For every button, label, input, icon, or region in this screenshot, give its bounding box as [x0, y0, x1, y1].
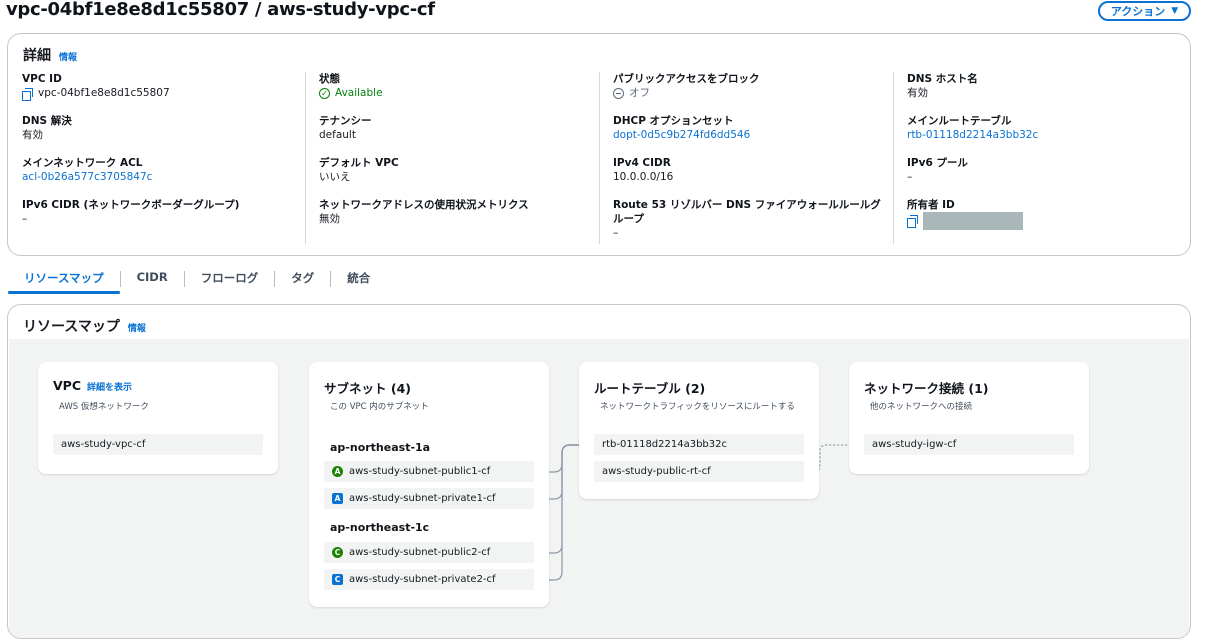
- vpc-id-value: vpc-04bf1e8e8d1c55807: [38, 87, 170, 99]
- ipv6-pool-value: –: [907, 171, 913, 183]
- subnets-card-subtitle: この VPC 内のサブネット: [330, 402, 429, 412]
- details-column-4: DNS ホスト名 有効 メインルートテーブル rtb-01118d2214a3b…: [893, 72, 1183, 244]
- tab-integrations[interactable]: 統合: [331, 266, 386, 294]
- public-subnet-icon: C: [332, 547, 343, 558]
- subnet-item[interactable]: C aws-study-subnet-private2-cf: [324, 569, 534, 590]
- state-label: 状態: [319, 73, 340, 85]
- details-info-link[interactable]: 情報: [59, 50, 77, 63]
- minus-circle-icon: [613, 88, 624, 99]
- address-metrics-value: 無効: [319, 213, 340, 225]
- public-subnet-icon: A: [332, 466, 343, 477]
- details-heading: 詳細: [23, 48, 51, 64]
- ipv4-cidr-value: 10.0.0.0/16: [613, 171, 674, 183]
- subnet-item[interactable]: A aws-study-subnet-private1-cf: [324, 488, 534, 509]
- ipv6-cidr-value: –: [22, 213, 28, 225]
- copy-icon[interactable]: [22, 87, 33, 101]
- subnet-name: aws-study-subnet-public2-cf: [349, 547, 491, 558]
- owner-id-redacted: [923, 212, 1023, 230]
- dns-resolution-label: DNS 解決: [22, 115, 72, 127]
- subnets-card-title: サブネット (4): [324, 381, 411, 396]
- resource-map-heading: リソースマップ: [23, 319, 120, 335]
- owner-id-label: 所有者 ID: [907, 199, 955, 211]
- private-subnet-icon: A: [332, 493, 343, 504]
- block-public-access-label: パブリックアクセスをブロック: [613, 73, 760, 85]
- copy-icon[interactable]: [907, 215, 918, 228]
- details-column-1: VPC ID vpc-04bf1e8e8d1c55807 DNS 解決 有効 メ…: [22, 72, 305, 244]
- zone-label: ap-northeast-1a: [330, 441, 431, 454]
- route53-firewall-value: –: [613, 227, 619, 239]
- resource-map-canvas: VPC 詳細を表示 AWS 仮想ネットワーク aws-study-vpc-cf …: [9, 339, 1189, 638]
- address-metrics-label: ネットワークアドレスの使用状況メトリクス: [319, 199, 529, 211]
- vpc-card-title: VPC: [53, 378, 82, 393]
- ipv6-cidr-label: IPv6 CIDR (ネットワークボーダーグループ): [22, 199, 240, 211]
- zone-label: ap-northeast-1c: [330, 521, 430, 534]
- internet-gateway-item[interactable]: aws-study-igw-cf: [864, 434, 1074, 455]
- route-table-item[interactable]: rtb-01118d2214a3bb32c: [594, 434, 804, 455]
- route-tables-card-subtitle: ネットワークトラフィックをリソースにルートする: [600, 402, 795, 412]
- private-subnet-icon: C: [332, 574, 343, 585]
- dns-resolution-value: 有効: [22, 129, 43, 141]
- vpc-card-subtitle: AWS 仮想ネットワーク: [59, 402, 149, 412]
- main-network-acl-link[interactable]: acl-0b26a577c3705847c: [22, 170, 305, 185]
- resource-map-panel: リソースマップ 情報 VPC 詳細を表示 AWS 仮想ネットワーク aws-st…: [7, 304, 1191, 639]
- subnet-item[interactable]: C aws-study-subnet-public2-cf: [324, 542, 534, 563]
- network-connections-card: ネットワーク接続 (1) 他のネットワークへの接続 aws-study-igw-…: [849, 362, 1089, 474]
- main-route-table-link[interactable]: rtb-01118d2214a3bb32c: [907, 128, 1183, 143]
- subnet-item[interactable]: A aws-study-subnet-public1-cf: [324, 461, 534, 482]
- subnet-name: aws-study-subnet-private1-cf: [349, 493, 496, 504]
- main-route-table-label: メインルートテーブル: [907, 115, 1012, 127]
- vpc-card: VPC 詳細を表示 AWS 仮想ネットワーク aws-study-vpc-cf: [38, 362, 278, 474]
- default-vpc-label: デフォルト VPC: [319, 157, 399, 169]
- resource-map-info-link[interactable]: 情報: [128, 321, 146, 334]
- state-value: Available: [335, 87, 383, 99]
- details-column-2: 状態 ✓ Available テナンシー default デフォルト VPC い…: [305, 72, 599, 244]
- ipv6-pool-label: IPv6 プール: [907, 157, 968, 169]
- tab-bar: リソースマップ CIDR フローログ タグ 統合: [8, 266, 386, 294]
- details-panel: 詳細 情報 VPC ID vpc-04bf1e8e8d1c55807 DNS 解…: [7, 33, 1191, 256]
- vpc-id-label: VPC ID: [22, 73, 62, 85]
- network-connections-card-title: ネットワーク接続 (1): [864, 381, 989, 396]
- block-public-access-value: オフ: [629, 87, 650, 99]
- actions-button-label: アクション: [1110, 5, 1166, 18]
- ipv4-cidr-label: IPv4 CIDR: [613, 157, 671, 169]
- details-column-3: パブリックアクセスをブロック オフ DHCP オプションセット dopt-0d5…: [599, 72, 893, 244]
- route-table-item[interactable]: aws-study-public-rt-cf: [594, 461, 804, 482]
- default-vpc-value: いいえ: [319, 171, 351, 183]
- vpc-details-link[interactable]: 詳細を表示: [87, 380, 132, 393]
- subnet-name: aws-study-subnet-private2-cf: [349, 574, 496, 585]
- caret-down-icon: ▼: [1171, 6, 1179, 16]
- tab-tags[interactable]: タグ: [275, 266, 330, 294]
- main-network-acl-label: メインネットワーク ACL: [22, 157, 143, 169]
- tab-cidr[interactable]: CIDR: [121, 266, 184, 292]
- dhcp-options-link[interactable]: dopt-0d5c9b274fd6dd546: [613, 128, 893, 143]
- dns-hostnames-label: DNS ホスト名: [907, 73, 978, 85]
- page-title: vpc-04bf1e8e8d1c55807 / aws-study-vpc-cf: [6, 0, 435, 20]
- dns-hostnames-value: 有効: [907, 87, 928, 99]
- subnets-card: サブネット (4) この VPC 内のサブネット ap-northeast-1a…: [309, 362, 549, 607]
- network-connections-card-subtitle: 他のネットワークへの接続: [870, 402, 973, 412]
- route53-firewall-label: Route 53 リゾルバー DNS ファイアウォールルールグループ: [613, 199, 881, 225]
- tab-resource-map[interactable]: リソースマップ: [8, 266, 120, 294]
- check-circle-icon: ✓: [319, 88, 330, 99]
- dhcp-options-label: DHCP オプションセット: [613, 115, 734, 127]
- vpc-item[interactable]: aws-study-vpc-cf: [53, 434, 263, 455]
- actions-button[interactable]: アクション ▼: [1098, 1, 1191, 21]
- subnet-name: aws-study-subnet-public1-cf: [349, 466, 491, 477]
- route-tables-card-title: ルートテーブル (2): [594, 381, 706, 396]
- route-tables-card: ルートテーブル (2) ネットワークトラフィックをリソースにルートする rtb-…: [579, 362, 819, 499]
- tenancy-value: default: [319, 129, 356, 141]
- tenancy-label: テナンシー: [319, 115, 372, 127]
- tab-flow-logs[interactable]: フローログ: [185, 266, 275, 294]
